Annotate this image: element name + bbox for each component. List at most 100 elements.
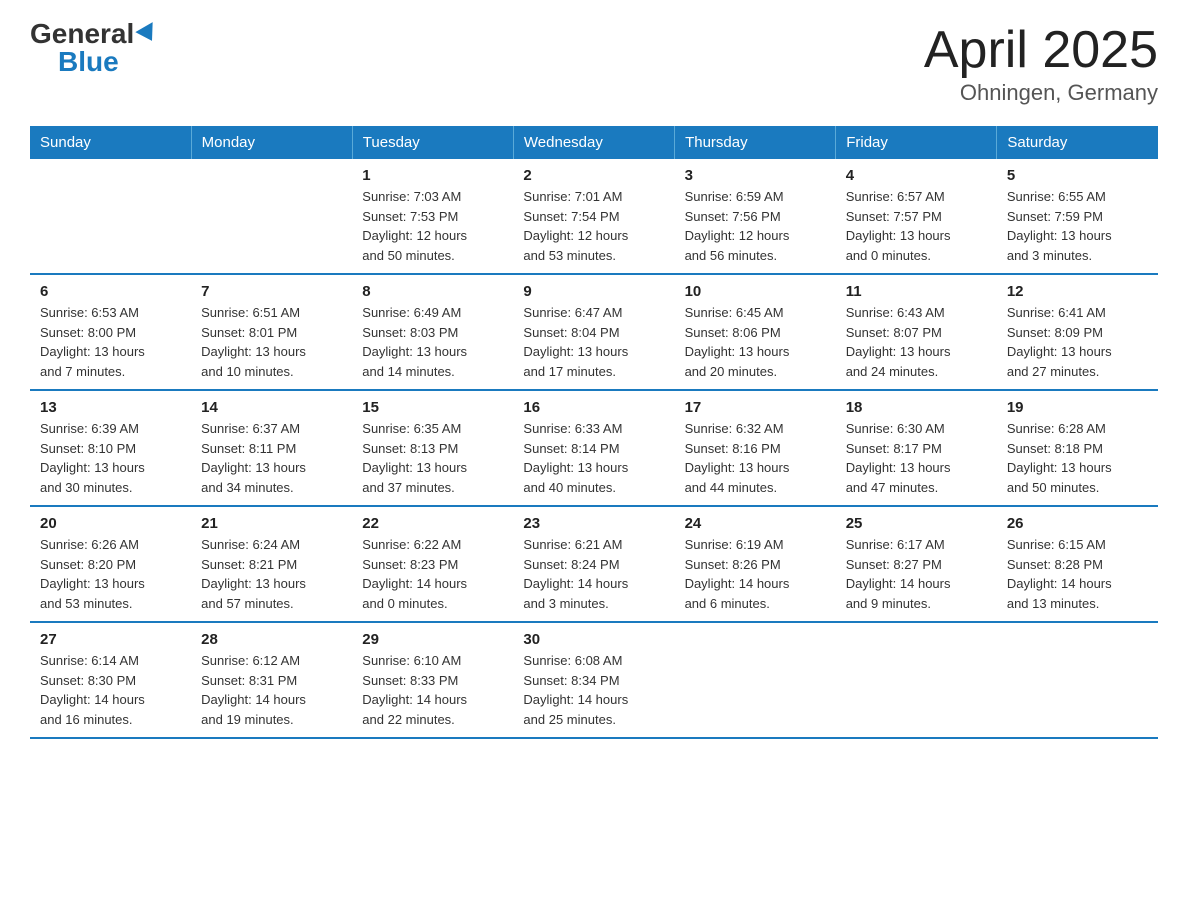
day-info: Sunrise: 6:43 AM Sunset: 8:07 PM Dayligh… <box>846 303 987 381</box>
calendar-cell <box>30 159 191 274</box>
day-info: Sunrise: 6:22 AM Sunset: 8:23 PM Dayligh… <box>362 535 503 613</box>
day-number: 3 <box>685 167 826 184</box>
day-number: 16 <box>523 399 664 416</box>
day-number: 24 <box>685 515 826 532</box>
header-sunday: Sunday <box>30 126 191 159</box>
calendar-cell: 1Sunrise: 7:03 AM Sunset: 7:53 PM Daylig… <box>352 159 513 274</box>
day-number: 13 <box>40 399 181 416</box>
calendar-cell: 17 Sunrise: 6:32 AM Sunset: 8:16 PM Dayli… <box>675 390 836 506</box>
day-number: 9 <box>523 283 664 300</box>
day-number: 19 <box>1007 399 1148 416</box>
day-info: Sunrise: 6:39 AM Sunset: 8:10 PM Dayligh… <box>40 419 181 497</box>
logo-general-text: General <box>30 20 134 48</box>
logo: General Blue <box>30 20 158 76</box>
calendar-cell: 11 Sunrise: 6:43 AM Sunset: 8:07 PM Dayli… <box>836 274 997 390</box>
calendar-cell: 16 Sunrise: 6:33 AM Sunset: 8:14 PM Dayli… <box>513 390 674 506</box>
day-number: 14 <box>201 399 342 416</box>
calendar-cell: 8 Sunrise: 6:49 AM Sunset: 8:03 PM Daylig… <box>352 274 513 390</box>
header-tuesday: Tuesday <box>352 126 513 159</box>
calendar-header: SundayMondayTuesdayWednesdayThursdayFrid… <box>30 126 1158 159</box>
day-info: Sunrise: 6:41 AM Sunset: 8:09 PM Dayligh… <box>1007 303 1148 381</box>
calendar-cell <box>191 159 352 274</box>
day-number: 6 <box>40 283 181 300</box>
day-info: Sunrise: 6:15 AM Sunset: 8:28 PM Dayligh… <box>1007 535 1148 613</box>
day-number: 26 <box>1007 515 1148 532</box>
title-section: April 2025 Ohningen, Germany <box>924 20 1158 106</box>
day-info: Sunrise: 6:12 AM Sunset: 8:31 PM Dayligh… <box>201 651 342 729</box>
day-info: Sunrise: 6:14 AM Sunset: 8:30 PM Dayligh… <box>40 651 181 729</box>
calendar-cell: 10Sunrise: 6:45 AM Sunset: 8:06 PM Dayli… <box>675 274 836 390</box>
day-number: 23 <box>523 515 664 532</box>
day-number: 15 <box>362 399 503 416</box>
week-row-1: 1Sunrise: 7:03 AM Sunset: 7:53 PM Daylig… <box>30 159 1158 274</box>
week-row-5: 27 Sunrise: 6:14 AM Sunset: 8:30 PM Dayli… <box>30 622 1158 738</box>
calendar-cell: 18Sunrise: 6:30 AM Sunset: 8:17 PM Dayli… <box>836 390 997 506</box>
day-info: Sunrise: 6:49 AM Sunset: 8:03 PM Dayligh… <box>362 303 503 381</box>
calendar-cell: 14Sunrise: 6:37 AM Sunset: 8:11 PM Dayli… <box>191 390 352 506</box>
week-row-4: 20 Sunrise: 6:26 AM Sunset: 8:20 PM Dayli… <box>30 506 1158 622</box>
calendar-cell: 22 Sunrise: 6:22 AM Sunset: 8:23 PM Dayli… <box>352 506 513 622</box>
calendar-cell: 13 Sunrise: 6:39 AM Sunset: 8:10 PM Dayli… <box>30 390 191 506</box>
day-info: Sunrise: 6:32 AM Sunset: 8:16 PM Dayligh… <box>685 419 826 497</box>
day-number: 11 <box>846 283 987 300</box>
calendar-cell: 4 Sunrise: 6:57 AM Sunset: 7:57 PM Daylig… <box>836 159 997 274</box>
calendar-cell: 25 Sunrise: 6:17 AM Sunset: 8:27 PM Dayli… <box>836 506 997 622</box>
day-info: Sunrise: 6:21 AM Sunset: 8:24 PM Dayligh… <box>523 535 664 613</box>
calendar-cell: 5 Sunrise: 6:55 AM Sunset: 7:59 PM Daylig… <box>997 159 1158 274</box>
day-info: Sunrise: 6:19 AM Sunset: 8:26 PM Dayligh… <box>685 535 826 613</box>
calendar-cell: 6 Sunrise: 6:53 AM Sunset: 8:00 PM Daylig… <box>30 274 191 390</box>
day-number: 25 <box>846 515 987 532</box>
week-row-3: 13 Sunrise: 6:39 AM Sunset: 8:10 PM Dayli… <box>30 390 1158 506</box>
calendar-cell: 20 Sunrise: 6:26 AM Sunset: 8:20 PM Dayli… <box>30 506 191 622</box>
day-number: 20 <box>40 515 181 532</box>
day-number: 22 <box>362 515 503 532</box>
day-info: Sunrise: 6:53 AM Sunset: 8:00 PM Dayligh… <box>40 303 181 381</box>
calendar-cell: 30Sunrise: 6:08 AM Sunset: 8:34 PM Dayli… <box>513 622 674 738</box>
day-info: Sunrise: 6:24 AM Sunset: 8:21 PM Dayligh… <box>201 535 342 613</box>
day-number: 28 <box>201 631 342 648</box>
logo-triangle-icon <box>136 22 161 46</box>
day-number: 29 <box>362 631 503 648</box>
header-friday: Friday <box>836 126 997 159</box>
day-number: 30 <box>523 631 664 648</box>
calendar-cell: 21 Sunrise: 6:24 AM Sunset: 8:21 PM Dayli… <box>191 506 352 622</box>
header-monday: Monday <box>191 126 352 159</box>
logo-blue-text: Blue <box>58 48 119 76</box>
calendar-cell <box>675 622 836 738</box>
day-info: Sunrise: 6:57 AM Sunset: 7:57 PM Dayligh… <box>846 187 987 265</box>
day-number: 18 <box>846 399 987 416</box>
day-number: 1 <box>362 167 503 184</box>
calendar-cell: 9Sunrise: 6:47 AM Sunset: 8:04 PM Daylig… <box>513 274 674 390</box>
day-info: Sunrise: 6:33 AM Sunset: 8:14 PM Dayligh… <box>523 419 664 497</box>
day-info: Sunrise: 6:17 AM Sunset: 8:27 PM Dayligh… <box>846 535 987 613</box>
calendar-cell: 12Sunrise: 6:41 AM Sunset: 8:09 PM Dayli… <box>997 274 1158 390</box>
day-number: 2 <box>523 167 664 184</box>
day-info: Sunrise: 6:10 AM Sunset: 8:33 PM Dayligh… <box>362 651 503 729</box>
day-info: Sunrise: 6:59 AM Sunset: 7:56 PM Dayligh… <box>685 187 826 265</box>
calendar-cell: 27 Sunrise: 6:14 AM Sunset: 8:30 PM Dayli… <box>30 622 191 738</box>
calendar-cell <box>997 622 1158 738</box>
day-info: Sunrise: 6:51 AM Sunset: 8:01 PM Dayligh… <box>201 303 342 381</box>
page-header: General Blue April 2025 Ohningen, German… <box>30 20 1158 106</box>
day-info: Sunrise: 6:26 AM Sunset: 8:20 PM Dayligh… <box>40 535 181 613</box>
calendar-cell: 29 Sunrise: 6:10 AM Sunset: 8:33 PM Dayli… <box>352 622 513 738</box>
calendar-title: April 2025 <box>924 20 1158 80</box>
day-info: Sunrise: 6:45 AM Sunset: 8:06 PM Dayligh… <box>685 303 826 381</box>
day-number: 21 <box>201 515 342 532</box>
calendar-cell: 7Sunrise: 6:51 AM Sunset: 8:01 PM Daylig… <box>191 274 352 390</box>
day-info: Sunrise: 6:55 AM Sunset: 7:59 PM Dayligh… <box>1007 187 1148 265</box>
calendar-cell: 15Sunrise: 6:35 AM Sunset: 8:13 PM Dayli… <box>352 390 513 506</box>
day-info: Sunrise: 6:28 AM Sunset: 8:18 PM Dayligh… <box>1007 419 1148 497</box>
day-number: 8 <box>362 283 503 300</box>
day-number: 27 <box>40 631 181 648</box>
day-number: 4 <box>846 167 987 184</box>
day-number: 17 <box>685 399 826 416</box>
calendar-cell <box>836 622 997 738</box>
calendar-cell: 26 Sunrise: 6:15 AM Sunset: 8:28 PM Dayli… <box>997 506 1158 622</box>
day-number: 5 <box>1007 167 1148 184</box>
calendar-cell: 2Sunrise: 7:01 AM Sunset: 7:54 PM Daylig… <box>513 159 674 274</box>
calendar-table: SundayMondayTuesdayWednesdayThursdayFrid… <box>30 126 1158 739</box>
calendar-cell: 28 Sunrise: 6:12 AM Sunset: 8:31 PM Dayli… <box>191 622 352 738</box>
calendar-subtitle: Ohningen, Germany <box>924 80 1158 106</box>
calendar-cell: 23 Sunrise: 6:21 AM Sunset: 8:24 PM Dayli… <box>513 506 674 622</box>
